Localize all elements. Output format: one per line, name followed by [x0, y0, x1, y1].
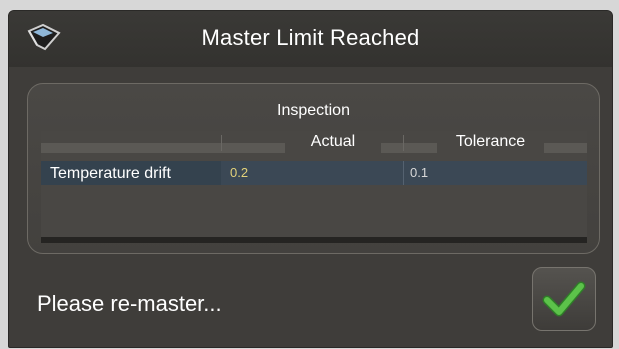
ok-button[interactable] [532, 267, 596, 331]
status-message: Please re-master... [37, 291, 222, 316]
column-header-actual[interactable]: Actual [285, 131, 381, 153]
column-separator [221, 135, 222, 151]
master-limit-dialog: Master Limit Reached Inspection Actual T… [8, 10, 613, 348]
row-separator [403, 161, 404, 185]
column-header-tolerance[interactable]: Tolerance [437, 131, 544, 153]
inspection-title: Inspection [277, 102, 350, 119]
grid-scroll-track [41, 237, 587, 243]
dialog-title: Master Limit Reached [201, 25, 420, 50]
column-separator [403, 135, 404, 151]
table-row[interactable]: Temperature drift 0.2 0.1 [41, 161, 587, 185]
inspection-grid: Actual Tolerance Temperature drift 0.2 0… [41, 131, 587, 243]
row-label: Temperature drift [41, 161, 221, 185]
actual-value: 0.2 [230, 165, 249, 180]
dialog-titlebar: Master Limit Reached [9, 11, 612, 67]
inspection-panel: Inspection Actual Tolerance Temperature … [27, 83, 600, 254]
tolerance-value: 0.1 [410, 165, 429, 180]
